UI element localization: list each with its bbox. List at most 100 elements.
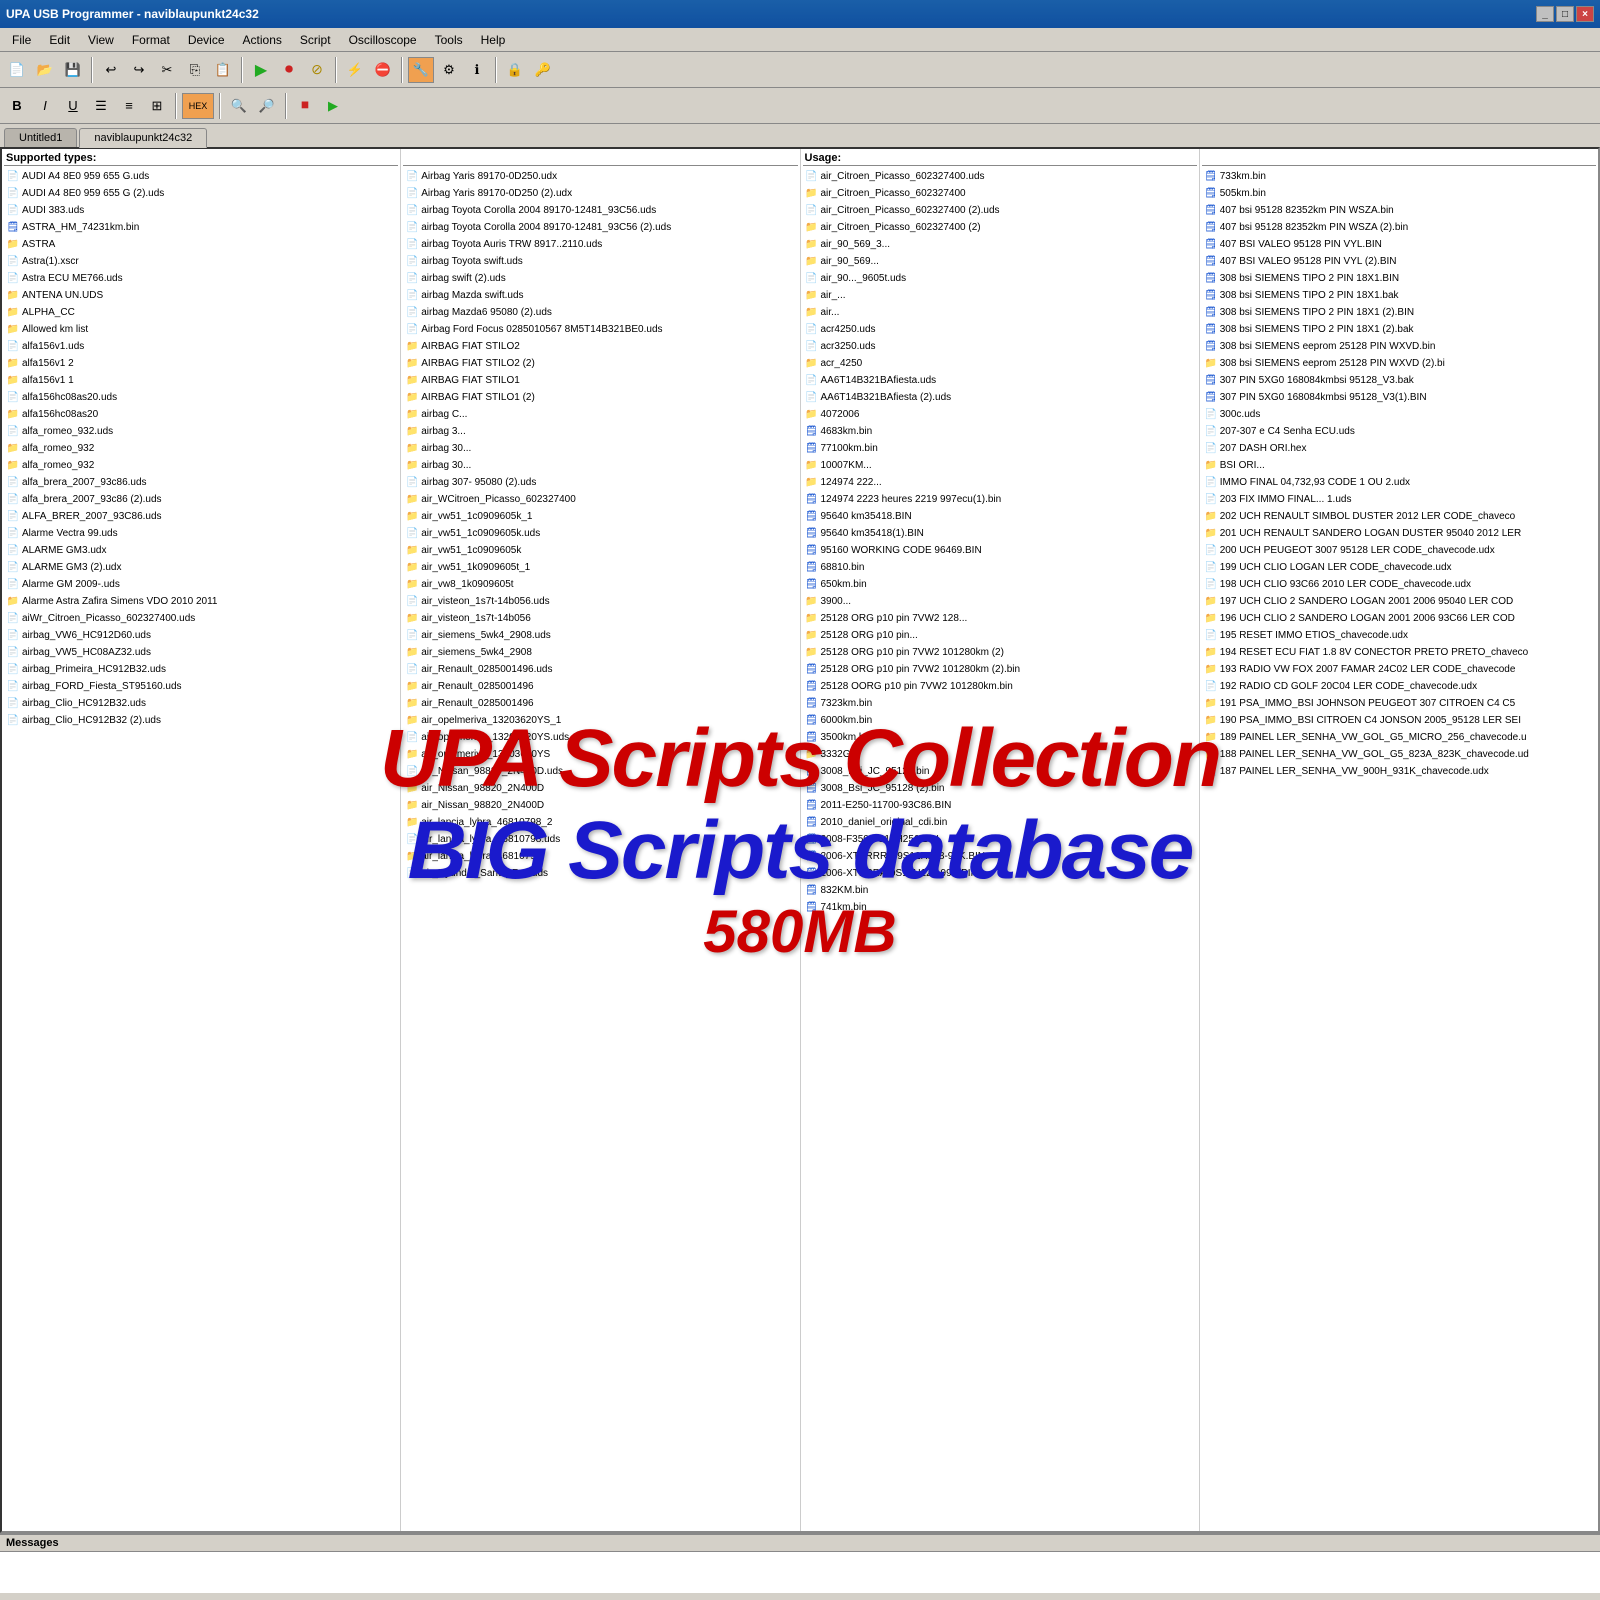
file-item[interactable]: 🗒7323km.bin bbox=[803, 695, 1197, 712]
file-item[interactable]: 📁10007KM... bbox=[803, 457, 1197, 474]
underline-button[interactable]: U bbox=[60, 93, 86, 119]
file-item[interactable]: 📁air_vw8_1k0909605t bbox=[403, 576, 797, 593]
file-item[interactable]: 📄airbag Mazda6 95080 (2).uds bbox=[403, 304, 797, 321]
zoom-in-button[interactable]: 🔍 bbox=[226, 93, 252, 119]
file-item[interactable]: 📁air_Nissan_98820_2N400D bbox=[403, 780, 797, 797]
file-item[interactable]: 📄Astra ECU ME766.uds bbox=[4, 270, 398, 287]
stop-button[interactable]: ⏹ bbox=[292, 93, 318, 119]
file-item[interactable]: 📄207-307 e C4 Senha ECU.uds bbox=[1202, 423, 1596, 440]
format3-button[interactable]: ⊞ bbox=[144, 93, 170, 119]
active-tool-button[interactable]: 🔧 bbox=[408, 57, 434, 83]
file-item[interactable]: 📄195 RESET IMMO ETIOS_chavecode.udx bbox=[1202, 627, 1596, 644]
file-item[interactable]: 🗒3008_Bsi_JC_95128.bin bbox=[803, 763, 1197, 780]
format1-button[interactable]: ☰ bbox=[88, 93, 114, 119]
file-item[interactable]: 📄IMMO FINAL 04,732,93 CODE 1 OU 2.udx bbox=[1202, 474, 1596, 491]
file-item[interactable]: 📁AIRBAG FIAT STILO1 (2) bbox=[403, 389, 797, 406]
file-item[interactable]: 📁alfa156v1 1 bbox=[4, 372, 398, 389]
file-item[interactable]: 📄air_visteon_1s7t-14b056.uds bbox=[403, 593, 797, 610]
file-item[interactable]: 🗒407 BSI VALEO 95128 PIN VYL.BIN bbox=[1202, 236, 1596, 253]
menu-device[interactable]: Device bbox=[180, 28, 233, 51]
file-item[interactable]: 📄airbag 307- 95080 (2).uds bbox=[403, 474, 797, 491]
file-item[interactable]: 📁BSI ORI... bbox=[1202, 457, 1596, 474]
tab-naviblaupunkt[interactable]: naviblaupunkt24c32 bbox=[79, 128, 207, 148]
file-item[interactable]: 📁air_... bbox=[803, 287, 1197, 304]
file-item[interactable]: 📄airbag_FORD_Fiesta_ST95160.uds bbox=[4, 678, 398, 695]
file-item[interactable]: 📁air_Renault_0285001496 bbox=[403, 678, 797, 695]
file-item[interactable]: 🗒3500km.bin bbox=[803, 729, 1197, 746]
file-item[interactable]: 📄AUDI 383.uds bbox=[4, 202, 398, 219]
file-item[interactable]: 📁ANTENA UN.UDS bbox=[4, 287, 398, 304]
file-item[interactable]: 🗒2006-XTERRRA-9S12H128-99K.BIN bbox=[803, 848, 1197, 865]
file-item[interactable]: 📄airbag Toyota swift.uds bbox=[403, 253, 797, 270]
file-item[interactable]: 📄airbag_Primeira_HC912B32.uds bbox=[4, 661, 398, 678]
bold-button[interactable]: B bbox=[4, 93, 30, 119]
menu-view[interactable]: View bbox=[80, 28, 122, 51]
file-item[interactable]: 🗒25128 ORG p10 pin 7VW2 101280km (2).bin bbox=[803, 661, 1197, 678]
file-item[interactable]: 📁air_siemens_5wk4_2908 bbox=[403, 644, 797, 661]
file-item[interactable]: 📁188 PAINEL LER_SENHA_VW_GOL_G5_823A_823… bbox=[1202, 746, 1596, 763]
paste-button[interactable]: 📋 bbox=[210, 57, 236, 83]
file-item[interactable]: 📁air_vw51_1c0909605k bbox=[403, 542, 797, 559]
file-item[interactable]: 📁AIRBAG FIAT STILO2 bbox=[403, 338, 797, 355]
file-item[interactable]: 🗒407 bsi 95128 82352km PIN WSZA.bin bbox=[1202, 202, 1596, 219]
file-item[interactable]: 📄air_90..._9605t.uds bbox=[803, 270, 1197, 287]
menu-script[interactable]: Script bbox=[292, 28, 339, 51]
file-item[interactable]: 📁25128 ORG p10 pin 7VW2 101280km (2) bbox=[803, 644, 1197, 661]
file-item[interactable]: 📁197 UCH CLIO 2 SANDERO LOGAN 2001 2006 … bbox=[1202, 593, 1596, 610]
file-item[interactable]: 📄207 DASH ORI.hex bbox=[1202, 440, 1596, 457]
file-item[interactable]: 📄alfa156hc08as20.uds bbox=[4, 389, 398, 406]
file-item[interactable]: 📁alfa156v1 2 bbox=[4, 355, 398, 372]
file-item[interactable]: 📁Alarme Astra Zafira Simens VDO 2010 201… bbox=[4, 593, 398, 610]
file-item[interactable]: 📁alfa_romeo_932 bbox=[4, 440, 398, 457]
file-item[interactable]: 📄airbag_VW5_HC08AZ32.uds bbox=[4, 644, 398, 661]
file-item[interactable]: 📄192 RADIO CD GOLF 20C04 LER CODE_chavec… bbox=[1202, 678, 1596, 695]
file-item[interactable]: 📄198 UCH CLIO 93C66 2010 LER CODE_chavec… bbox=[1202, 576, 1596, 593]
file-item[interactable]: 📁air_90_569_3... bbox=[803, 236, 1197, 253]
file-item[interactable]: 📁air_vw51_1k0909605t_1 bbox=[403, 559, 797, 576]
connect-button[interactable]: ⚡ bbox=[342, 57, 368, 83]
file-item[interactable]: 🗒95640 km35418(1).BIN bbox=[803, 525, 1197, 542]
file-item[interactable]: 📁25128 ORG p10 pin 7VW2 128... bbox=[803, 610, 1197, 627]
file-item[interactable]: 📄airbag_Clio_HC912B32 (2).uds bbox=[4, 712, 398, 729]
redo-button[interactable]: ↪ bbox=[126, 57, 152, 83]
file-item[interactable]: 📄alfa_brera_2007_93c86 (2).uds bbox=[4, 491, 398, 508]
file-item[interactable]: 🗒407 bsi 95128 82352km PIN WSZA (2).bin bbox=[1202, 219, 1596, 236]
file-item[interactable]: 📄ALFA_BRER_2007_93C86.uds bbox=[4, 508, 398, 525]
file-item[interactable]: 📁189 PAINEL LER_SENHA_VW_GOL_G5_MICRO_25… bbox=[1202, 729, 1596, 746]
menu-file[interactable]: File bbox=[4, 28, 39, 51]
file-item[interactable]: 📄alfa_romeo_932.uds bbox=[4, 423, 398, 440]
file-item[interactable]: 📄alfa_brera_2007_93c86.uds bbox=[4, 474, 398, 491]
file-item[interactable]: 📁193 RADIO VW FOX 2007 FAMAR 24C02 LER C… bbox=[1202, 661, 1596, 678]
file-item[interactable]: 📄Astra(1).xscr bbox=[4, 253, 398, 270]
file-item[interactable]: 🗒25128 OORG p10 pin 7VW2 101280km.bin bbox=[803, 678, 1197, 695]
file-item[interactable]: 📄air_Citroen_Picasso_602327400 (2).uds bbox=[803, 202, 1197, 219]
file-item[interactable]: 🗒308 bsi SIEMENS TIPO 2 PIN 18X1 (2).BIN bbox=[1202, 304, 1596, 321]
file-item[interactable]: 📁AIRBAG FIAT STILO2 (2) bbox=[403, 355, 797, 372]
file-item[interactable]: 🗒741km.bin bbox=[803, 899, 1197, 916]
file-item[interactable]: 📄AA6T14B321BAfiesta (2).uds bbox=[803, 389, 1197, 406]
file-item[interactable]: 📁air_Citroen_Picasso_602327400 bbox=[803, 185, 1197, 202]
file-item[interactable]: 🗒2011-E250-11700-93C86.BIN bbox=[803, 797, 1197, 814]
file-item[interactable]: 📁25128 ORG p10 pin... bbox=[803, 627, 1197, 644]
file-item[interactable]: 📁air_lancia_lybra_46810798_2 bbox=[403, 814, 797, 831]
file-item[interactable]: 🗒95640 km35418.BIN bbox=[803, 508, 1197, 525]
file-item[interactable]: 📁air_Nissan_98820_2N400D bbox=[403, 797, 797, 814]
minimize-button[interactable]: _ bbox=[1536, 6, 1554, 22]
file-item[interactable]: 📁201 UCH RENAULT SANDERO LOGAN DUSTER 95… bbox=[1202, 525, 1596, 542]
file-item[interactable]: 📁air_visteon_1s7t-14b056 bbox=[403, 610, 797, 627]
file-item[interactable]: 🗒308 bsi SIEMENS TIPO 2 PIN 18X1 (2).bak bbox=[1202, 321, 1596, 338]
file-item[interactable]: 🗒505km.bin bbox=[1202, 185, 1596, 202]
file-item[interactable]: 📄aiWr_Citroen_Picasso_602327400.uds bbox=[4, 610, 398, 627]
file-item[interactable]: 🗒308 bsi SIEMENS TIPO 2 PIN 18X1.bak bbox=[1202, 287, 1596, 304]
menu-oscilloscope[interactable]: Oscilloscope bbox=[341, 28, 425, 51]
file-item[interactable]: 📁air_WCitroen_Picasso_602327400 bbox=[403, 491, 797, 508]
file-item[interactable]: 📁3332G bbox=[803, 746, 1197, 763]
file-item[interactable]: 📁air_Renault_0285001496 bbox=[403, 695, 797, 712]
write-button[interactable]: ⏺ bbox=[276, 57, 302, 83]
undo-button[interactable]: ↩ bbox=[98, 57, 124, 83]
file-item[interactable]: 📄ALARME GM3 (2).udx bbox=[4, 559, 398, 576]
menu-help[interactable]: Help bbox=[473, 28, 514, 51]
file-item[interactable]: 🗒307 PIN 5XG0 168084kmbsi 95128_V3.bak bbox=[1202, 372, 1596, 389]
file-item[interactable]: 📄ALARME GM3.udx bbox=[4, 542, 398, 559]
file-item[interactable]: 📄AA6T14B321BAfiesta.uds bbox=[803, 372, 1197, 389]
